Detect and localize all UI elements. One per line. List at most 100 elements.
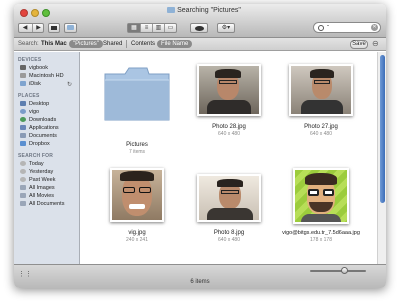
idisk-icon bbox=[20, 81, 26, 86]
sidebar-item-applications[interactable]: Applications bbox=[20, 125, 59, 132]
item-name: Photo 28.jpg bbox=[212, 124, 246, 130]
photo-thumbnail bbox=[293, 168, 349, 224]
scope-shared[interactable]: Shared bbox=[103, 41, 122, 47]
icon-view-button[interactable]: ▦ bbox=[128, 24, 140, 32]
sidebar-item-macintosh-hd[interactable]: Macintosh HD bbox=[20, 73, 64, 80]
sidebar-item-label: Applications bbox=[29, 125, 59, 131]
sidebar-item-dropbox[interactable]: Dropbox bbox=[20, 141, 50, 148]
hard-drive-icon bbox=[20, 73, 26, 78]
sidebar-item-idisk[interactable]: iDisk bbox=[20, 81, 41, 88]
remove-criteria-icon[interactable]: ⊖ bbox=[372, 39, 379, 48]
icon-size-slider-track[interactable] bbox=[310, 270, 366, 272]
title-bar: Searching "Pictures" ◀ ▶ ▦ ≡ ▥ ▭ ⚙▾ ✕ bbox=[14, 4, 386, 38]
sidebar-item-past-week[interactable]: Past Week bbox=[20, 177, 56, 184]
action-menu-button[interactable]: ⚙▾ bbox=[217, 23, 235, 33]
sidebar-item-documents[interactable]: Documents bbox=[20, 133, 57, 140]
quick-look-button[interactable] bbox=[190, 23, 208, 33]
applications-icon bbox=[20, 125, 26, 130]
photo-thumbnail bbox=[197, 174, 261, 222]
sidebar-item-vigbook[interactable]: vigbook bbox=[20, 65, 48, 72]
folder-icon bbox=[67, 25, 74, 30]
sidebar-item-desktop[interactable]: Desktop bbox=[20, 101, 49, 108]
sidebar-header-devices: DEVICES bbox=[18, 57, 42, 63]
sidebar-item-label: iDisk bbox=[29, 81, 41, 87]
sidebar-item-label: All Images bbox=[29, 185, 55, 191]
list-view-button[interactable]: ≡ bbox=[140, 24, 152, 32]
result-item-photo-28[interactable]: Photo 28.jpg 640 x 480 bbox=[183, 64, 275, 137]
item-name: vig.jpg bbox=[128, 230, 146, 236]
vertical-scrollbar[interactable] bbox=[377, 52, 386, 264]
result-item-vig[interactable]: vig.jpg 240 x 241 bbox=[91, 168, 183, 243]
zoom-button[interactable] bbox=[42, 9, 50, 17]
clock-icon bbox=[20, 161, 26, 166]
item-name: Photo 27.jpg bbox=[304, 124, 338, 130]
clear-search-icon[interactable]: ✕ bbox=[371, 24, 378, 31]
sidebar-item-yesterday[interactable]: Yesterday bbox=[20, 169, 53, 176]
folder-icon bbox=[104, 67, 170, 121]
sidebar: DEVICES vigbook Macintosh HD iDisk ↻ PLA… bbox=[14, 52, 80, 264]
sidebar-header-search-for: SEARCH FOR bbox=[18, 153, 54, 159]
sync-icon[interactable]: ↻ bbox=[67, 81, 72, 88]
scope-contents[interactable]: Contents bbox=[131, 41, 155, 47]
sidebar-item-label: Documents bbox=[29, 133, 57, 139]
result-item-avatar[interactable]: vigo@bitgs.edu.tr_7.5d6aaa.jpg 178 x 178 bbox=[275, 168, 367, 243]
column-view-button[interactable]: ▥ bbox=[152, 24, 164, 32]
eye-icon bbox=[194, 26, 204, 31]
sidebar-item-all-images[interactable]: All Images bbox=[20, 185, 55, 192]
scope-this-mac[interactable]: This Mac bbox=[41, 41, 67, 47]
scrollbar-thumb[interactable] bbox=[380, 55, 385, 203]
clock-icon bbox=[20, 169, 26, 174]
sidebar-item-label: Yesterday bbox=[29, 169, 54, 175]
sidebar-item-label: Macintosh HD bbox=[29, 73, 64, 79]
sidebar-header-places: PLACES bbox=[18, 93, 40, 99]
sidebar-item-all-movies[interactable]: All Movies bbox=[20, 193, 54, 200]
item-name: vigo@bitgs.edu.tr_7.5d6aaa.jpg bbox=[282, 230, 360, 236]
sidebar-item-vigo[interactable]: vigo bbox=[20, 109, 39, 116]
item-meta: 178 x 178 bbox=[310, 237, 332, 243]
item-meta: 640 x 480 bbox=[218, 237, 240, 243]
item-count: 6 items bbox=[190, 279, 210, 285]
window-title-text: Searching "Pictures" bbox=[177, 7, 241, 14]
result-item-photo-27[interactable]: Photo 27.jpg 640 x 480 bbox=[275, 64, 367, 137]
sidebar-item-label: All Documents bbox=[29, 201, 65, 207]
monitor-icon bbox=[51, 26, 57, 30]
item-meta: 640 x 480 bbox=[218, 131, 240, 137]
path-button[interactable] bbox=[48, 23, 60, 33]
forward-button[interactable]: ▶ bbox=[32, 24, 44, 32]
folder-icon bbox=[167, 7, 176, 13]
scope-search-label: Search: bbox=[18, 41, 39, 47]
resize-sidebar-icon[interactable]: ⋮⋮ bbox=[18, 270, 32, 278]
close-button[interactable] bbox=[20, 9, 28, 17]
item-name: Photo 8.jpg bbox=[213, 230, 245, 236]
scope-file-name-pill[interactable]: File Name bbox=[157, 40, 193, 48]
new-folder-button[interactable] bbox=[64, 23, 77, 33]
photo-thumbnail bbox=[197, 64, 261, 116]
sidebar-item-today[interactable]: Today bbox=[20, 161, 44, 168]
result-item-pictures[interactable]: Pictures 7 items bbox=[91, 64, 183, 155]
search-field[interactable]: ✕ bbox=[313, 22, 381, 33]
item-meta: 640 x 480 bbox=[310, 131, 332, 137]
sidebar-item-downloads[interactable]: Downloads bbox=[20, 117, 56, 124]
minimize-button[interactable] bbox=[31, 9, 39, 17]
scope-pictures-pill[interactable]: "Pictures" bbox=[69, 40, 103, 48]
icon-size-slider-knob[interactable] bbox=[341, 267, 348, 274]
coverflow-view-button[interactable]: ▭ bbox=[164, 24, 176, 32]
save-search-button[interactable]: Save bbox=[350, 40, 368, 49]
sidebar-item-label: Downloads bbox=[29, 117, 57, 123]
sidebar-item-all-documents[interactable]: All Documents bbox=[20, 201, 64, 208]
smart-folder-icon bbox=[20, 193, 26, 198]
smart-folder-icon bbox=[20, 185, 26, 190]
item-meta: 240 x 241 bbox=[126, 237, 148, 243]
finder-window: Searching "Pictures" ◀ ▶ ▦ ≡ ▥ ▭ ⚙▾ ✕ bbox=[14, 4, 386, 288]
result-item-photo-8[interactable]: Photo 8.jpg 640 x 480 bbox=[183, 168, 275, 243]
documents-icon bbox=[20, 133, 26, 138]
sidebar-item-label: vigbook bbox=[29, 65, 48, 71]
search-input[interactable] bbox=[327, 24, 369, 32]
item-name: Pictures bbox=[126, 142, 148, 148]
smart-folder-icon bbox=[20, 201, 26, 206]
back-button[interactable]: ◀ bbox=[19, 24, 31, 32]
search-scope-bar: Search: This Mac "Pictures" Shared Conte… bbox=[14, 38, 386, 51]
item-meta: 7 items bbox=[128, 149, 146, 155]
dropbox-icon bbox=[20, 141, 26, 146]
sidebar-item-label: Desktop bbox=[29, 101, 50, 107]
